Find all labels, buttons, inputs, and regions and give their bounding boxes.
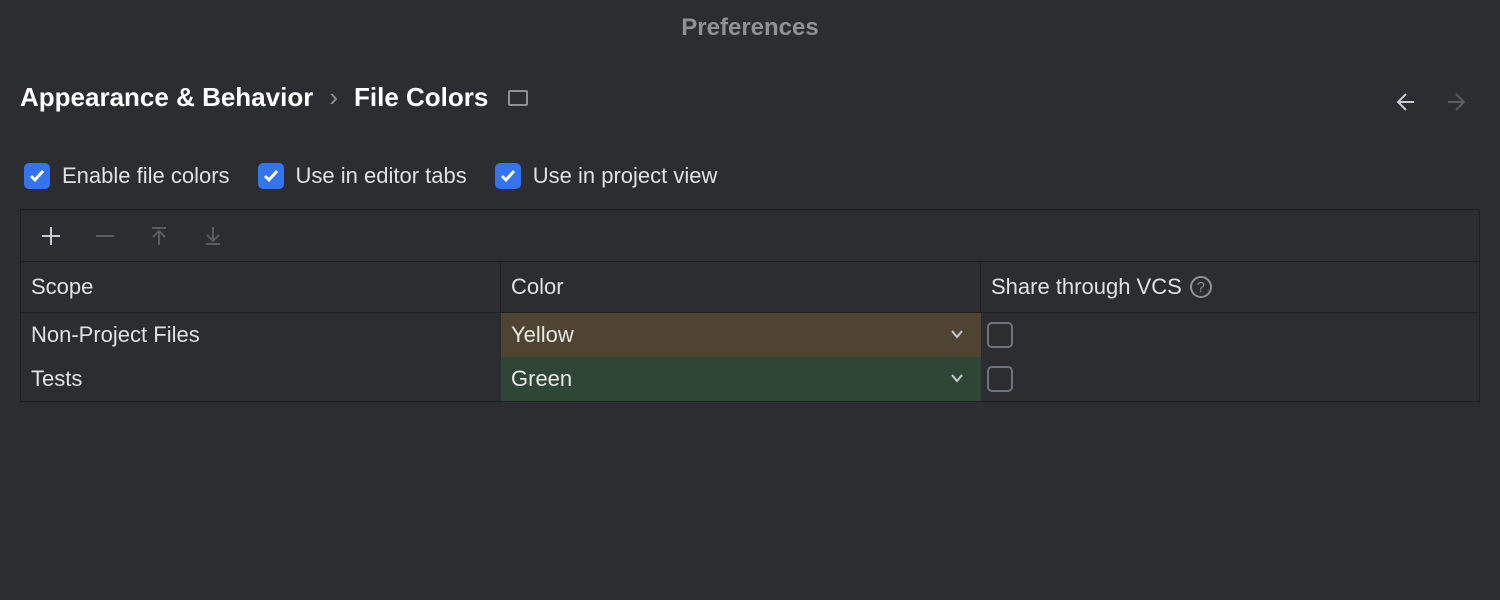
share-cell[interactable]: [981, 313, 1479, 357]
use-in-editor-tabs-label: Use in editor tabs: [296, 163, 467, 189]
help-icon[interactable]: ?: [1190, 276, 1212, 298]
color-cell-dropdown[interactable]: Green: [501, 357, 981, 401]
scope-cell[interactable]: Tests: [21, 357, 501, 401]
checkmark-icon: [24, 163, 50, 189]
share-cell[interactable]: [981, 357, 1479, 401]
nav-back-button[interactable]: [1392, 90, 1416, 114]
use-in-project-view-label: Use in project view: [533, 163, 718, 189]
panel-icon[interactable]: [508, 90, 528, 106]
move-down-button[interactable]: [201, 224, 225, 248]
chevron-down-icon: [949, 366, 965, 392]
header-color[interactable]: Color: [501, 262, 981, 312]
remove-button[interactable]: [93, 224, 117, 248]
scope-cell[interactable]: Non-Project Files: [21, 313, 501, 357]
header-share-label: Share through VCS: [991, 274, 1182, 300]
header-scope[interactable]: Scope: [21, 262, 501, 312]
header-share[interactable]: Share through VCS ?: [981, 262, 1479, 312]
move-up-button[interactable]: [147, 224, 171, 248]
enable-file-colors-checkbox[interactable]: Enable file colors: [24, 163, 230, 189]
options-row: Enable file colors Use in editor tabs Us…: [0, 113, 1500, 209]
use-in-editor-tabs-checkbox[interactable]: Use in editor tabs: [258, 163, 467, 189]
color-label: Green: [511, 366, 572, 392]
add-button[interactable]: [39, 224, 63, 248]
share-checkbox[interactable]: [987, 322, 1013, 348]
table-row[interactable]: Tests Green: [21, 357, 1479, 401]
window-title: Preferences: [0, 0, 1500, 42]
file-colors-table: Scope Color Share through VCS ? Non-Proj…: [20, 209, 1480, 402]
nav-forward-button[interactable]: [1446, 90, 1470, 114]
breadcrumb-separator: ›: [329, 82, 338, 113]
use-in-project-view-checkbox[interactable]: Use in project view: [495, 163, 718, 189]
chevron-down-icon: [949, 322, 965, 348]
color-cell-dropdown[interactable]: Yellow: [501, 313, 981, 357]
breadcrumb-current: File Colors: [354, 82, 488, 113]
table-row[interactable]: Non-Project Files Yellow: [21, 313, 1479, 357]
breadcrumb: Appearance & Behavior › File Colors: [0, 42, 1500, 113]
table-toolbar: [21, 210, 1479, 262]
color-label: Yellow: [511, 322, 574, 348]
checkmark-icon: [495, 163, 521, 189]
share-checkbox[interactable]: [987, 366, 1013, 392]
enable-file-colors-label: Enable file colors: [62, 163, 230, 189]
checkmark-icon: [258, 163, 284, 189]
table-headers: Scope Color Share through VCS ?: [21, 262, 1479, 313]
breadcrumb-parent[interactable]: Appearance & Behavior: [20, 82, 313, 113]
